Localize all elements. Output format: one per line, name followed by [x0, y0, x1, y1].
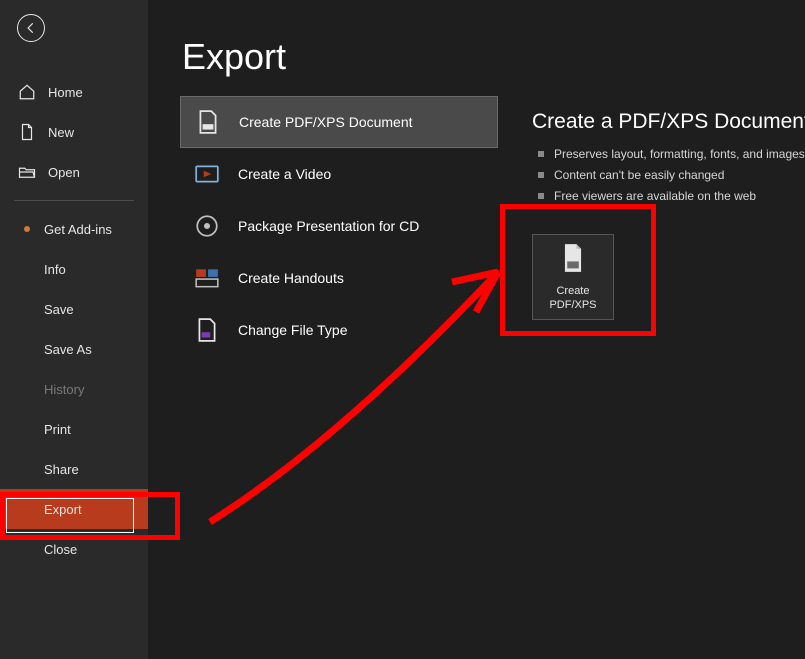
sidebar-item-label: Save As	[44, 342, 92, 357]
sidebar-item-new[interactable]: New	[0, 112, 148, 152]
sidebar-item-info[interactable]: Info	[0, 249, 148, 289]
export-option-label: Create a Video	[238, 166, 331, 182]
back-arrow-icon	[24, 21, 38, 35]
handouts-icon	[194, 265, 220, 291]
sidebar-item-export[interactable]: Export	[0, 489, 148, 529]
sidebar-divider	[14, 200, 134, 201]
back-button[interactable]	[17, 14, 45, 42]
cd-icon	[194, 213, 220, 239]
export-option-label: Package Presentation for CD	[238, 218, 419, 234]
export-details-pane: Create a PDF/XPS Document Preserves layo…	[532, 110, 805, 320]
sidebar-item-saveas[interactable]: Save As	[0, 329, 148, 369]
sidebar-item-label: Share	[44, 462, 79, 477]
sidebar-item-label: Open	[48, 165, 80, 180]
sidebar-item-addins[interactable]: Get Add-ins	[0, 209, 148, 249]
publish-pdf-icon	[559, 243, 587, 278]
sidebar-item-label: Save	[44, 302, 74, 317]
sidebar-item-label: History	[44, 382, 84, 397]
sidebar-item-label: Export	[44, 502, 82, 517]
export-option-label: Create PDF/XPS Document	[239, 114, 413, 130]
backstage-sidebar: Home New Open Get Add-ins Info Save Save…	[0, 0, 148, 659]
export-option-pdfxps[interactable]: Create PDF/XPS Document	[180, 96, 498, 148]
button-label: CreatePDF/XPS	[549, 284, 596, 312]
sidebar-item-label: Close	[44, 542, 77, 557]
change-filetype-icon	[194, 317, 220, 343]
export-option-handouts[interactable]: Create Handouts	[180, 252, 498, 304]
pdf-document-icon	[195, 109, 221, 135]
export-option-label: Create Handouts	[238, 270, 344, 286]
sidebar-item-label: Info	[44, 262, 66, 277]
details-bullet: Preserves layout, formatting, fonts, and…	[532, 144, 805, 164]
main-panel: Export Create PDF/XPS Document Create a …	[148, 0, 805, 659]
details-bullet: Content can't be easily changed	[532, 165, 805, 185]
sidebar-item-label: Home	[48, 85, 83, 100]
export-option-filetype[interactable]: Change File Type	[180, 304, 498, 356]
sidebar-item-close[interactable]: Close	[0, 529, 148, 569]
sidebar-item-open[interactable]: Open	[0, 152, 148, 192]
new-file-icon	[18, 123, 36, 141]
create-pdf-xps-button[interactable]: CreatePDF/XPS	[532, 234, 614, 320]
sidebar-item-print[interactable]: Print	[0, 409, 148, 449]
home-icon	[18, 83, 36, 101]
sidebar-item-label: Print	[44, 422, 71, 437]
sidebar-item-save[interactable]: Save	[0, 289, 148, 329]
details-bullet: Free viewers are available on the web	[532, 186, 805, 206]
sidebar-item-share[interactable]: Share	[0, 449, 148, 489]
sidebar-item-label: Get Add-ins	[44, 222, 112, 237]
sidebar-item-home[interactable]: Home	[0, 72, 148, 112]
new-badge-icon	[24, 226, 30, 232]
export-type-list: Create PDF/XPS Document Create a Video P…	[180, 96, 498, 356]
export-option-package[interactable]: Package Presentation for CD	[180, 200, 498, 252]
page-title: Export	[182, 36, 805, 78]
details-bullet-list: Preserves layout, formatting, fonts, and…	[532, 144, 805, 206]
export-option-label: Change File Type	[238, 322, 347, 338]
details-title: Create a PDF/XPS Document	[532, 110, 805, 134]
video-icon	[194, 161, 220, 187]
sidebar-item-history: History	[0, 369, 148, 409]
sidebar-item-label: New	[48, 125, 74, 140]
open-folder-icon	[18, 163, 36, 181]
export-option-video[interactable]: Create a Video	[180, 148, 498, 200]
